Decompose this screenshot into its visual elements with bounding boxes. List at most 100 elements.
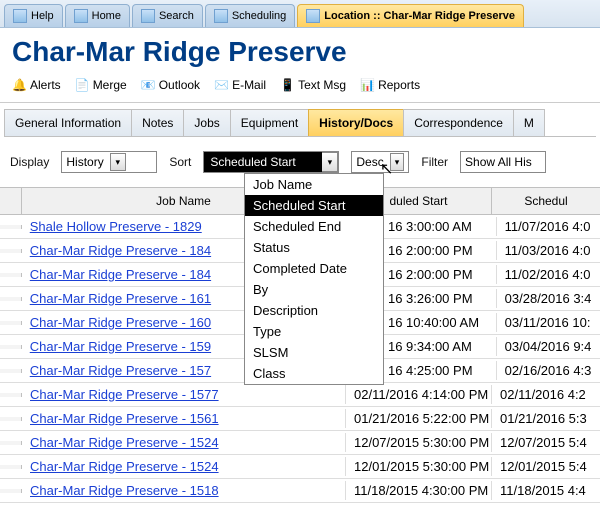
cell-scheduled-start: 16 2:00:00 PM — [388, 241, 497, 260]
tab-notes[interactable]: Notes — [131, 109, 184, 136]
table-row: Char-Mar Ridge Preserve - 1577 02/11/2016… — [0, 383, 600, 407]
row-selector[interactable] — [0, 489, 22, 493]
cell-job-name: Char-Mar Ridge Preserve - 1518 — [22, 481, 346, 500]
text-msg-button[interactable]: 📱Text Msg — [280, 78, 346, 92]
sort-field-dropdown: Job NameScheduled StartScheduled EndStat… — [244, 173, 384, 385]
row-selector[interactable] — [0, 225, 22, 229]
sort-option[interactable]: By — [245, 279, 383, 300]
tab-correspondence[interactable]: Correspondence — [403, 109, 514, 136]
bell-icon: 🔔 — [12, 78, 26, 92]
row-selector[interactable] — [0, 441, 22, 445]
row-selector[interactable] — [0, 345, 22, 349]
col-header-scheduled-end[interactable]: Schedul — [492, 188, 600, 214]
sort-option[interactable]: Scheduled Start — [245, 195, 383, 216]
sort-option[interactable]: Description — [245, 300, 383, 321]
toolbar: 🔔Alerts 📄Merge 📧Outlook ✉️E-Mail 📱Text M… — [0, 74, 600, 103]
job-link[interactable]: Char-Mar Ridge Preserve - 1577 — [30, 387, 219, 402]
sort-option[interactable]: Job Name — [245, 174, 383, 195]
cell-job-name: Char-Mar Ridge Preserve - 1524 — [22, 433, 346, 452]
row-selector[interactable] — [0, 249, 22, 253]
cell-scheduled-end: 12/07/2015 5:4 — [492, 433, 600, 452]
report-icon: 📊 — [360, 78, 374, 92]
job-link[interactable]: Char-Mar Ridge Preserve - 159 — [30, 339, 211, 354]
chevron-down-icon: ▾ — [322, 152, 338, 172]
app-tab-search[interactable]: Search — [132, 4, 203, 27]
tab-equipment[interactable]: Equipment — [230, 109, 309, 136]
cell-scheduled-end: 03/04/2016 9:4 — [497, 337, 600, 356]
row-selector[interactable] — [0, 273, 22, 277]
sort-option[interactable]: Completed Date — [245, 258, 383, 279]
cell-scheduled-start: 12/07/2015 5:30:00 PM — [346, 433, 492, 452]
sort-label: Sort — [169, 155, 191, 169]
outlook-button[interactable]: 📧Outlook — [141, 78, 200, 92]
tab-more[interactable]: M — [513, 109, 545, 136]
merge-button[interactable]: 📄Merge — [75, 78, 127, 92]
job-link[interactable]: Char-Mar Ridge Preserve - 1524 — [30, 435, 219, 450]
job-link[interactable]: Char-Mar Ridge Preserve - 184 — [30, 243, 211, 258]
tab-icon — [306, 9, 320, 23]
cell-job-name: Char-Mar Ridge Preserve - 160 — [22, 313, 262, 332]
page-title: Char-Mar Ridge Preserve — [0, 28, 600, 74]
alerts-button[interactable]: 🔔Alerts — [12, 78, 61, 92]
tab-jobs[interactable]: Jobs — [183, 109, 230, 136]
table-row: Char-Mar Ridge Preserve - 152412/01/2015… — [0, 455, 600, 479]
merge-icon: 📄 — [75, 78, 89, 92]
job-link[interactable]: Char-Mar Ridge Preserve - 184 — [30, 267, 211, 282]
job-link[interactable]: Char-Mar Ridge Preserve - 161 — [30, 291, 211, 306]
cell-job-name: Char-Mar Ridge Preserve - 1524 — [22, 457, 346, 476]
email-button[interactable]: ✉️E-Mail — [214, 78, 266, 92]
job-link[interactable]: Char-Mar Ridge Preserve - 157 — [30, 363, 211, 378]
cell-job-name: Char-Mar Ridge Preserve - 184 — [22, 265, 262, 284]
table-row: Char-Mar Ridge Preserve - 1518 11/18/2015… — [0, 479, 600, 503]
cell-job-name: Char-Mar Ridge Preserve - 161 — [22, 289, 262, 308]
job-link[interactable]: Char-Mar Ridge Preserve - 1518 — [30, 483, 219, 498]
job-link[interactable]: Shale Hollow Preserve - 1829 — [30, 219, 202, 234]
cell-scheduled-end: 11/03/2016 4:0 — [497, 241, 600, 260]
sort-option[interactable]: Scheduled End — [245, 216, 383, 237]
cell-scheduled-end: 11/18/2015 4:4 — [492, 481, 600, 500]
cell-scheduled-end: 02/11/2016 4:2 — [492, 385, 600, 404]
filter-select[interactable]: Show All His — [460, 151, 546, 173]
cell-scheduled-end: 03/28/2016 3:4 — [497, 289, 600, 308]
tab-icon — [141, 9, 155, 23]
sort-option[interactable]: Type — [245, 321, 383, 342]
display-select[interactable]: History▾ — [61, 151, 157, 173]
tab-history-docs[interactable]: History/Docs — [308, 109, 404, 136]
cell-job-name: Char-Mar Ridge Preserve - 157 — [22, 361, 262, 380]
row-selector[interactable] — [0, 369, 22, 373]
cell-scheduled-start: 11/18/2015 4:30:00 PM — [346, 481, 492, 500]
outlook-icon: 📧 — [141, 78, 155, 92]
sort-field-select[interactable]: Scheduled Start▾ — [203, 151, 339, 173]
job-link[interactable]: Char-Mar Ridge Preserve - 1561 — [30, 411, 219, 426]
tab-general-information[interactable]: General Information — [4, 109, 132, 136]
cell-scheduled-start: 16 2:00:00 PM — [388, 265, 497, 284]
cell-scheduled-end: 02/16/2016 4:3 — [497, 361, 600, 380]
sort-option[interactable]: Status — [245, 237, 383, 258]
tab-icon — [13, 9, 27, 23]
cell-scheduled-start: 16 4:25:00 PM — [388, 361, 497, 380]
cell-scheduled-end: 03/11/2016 10: — [497, 313, 600, 332]
app-tab-home[interactable]: Home — [65, 4, 130, 27]
sort-option[interactable]: SLSM — [245, 342, 383, 363]
row-selector[interactable] — [0, 321, 22, 325]
reports-button[interactable]: 📊Reports — [360, 78, 420, 92]
row-selector[interactable] — [0, 393, 22, 397]
cell-job-name: Char-Mar Ridge Preserve - 1561 — [22, 409, 346, 428]
sort-direction-select[interactable]: Desc▾ — [351, 151, 409, 173]
select-all-header[interactable] — [0, 188, 22, 214]
display-label: Display — [10, 155, 49, 169]
job-link[interactable]: Char-Mar Ridge Preserve - 1524 — [30, 459, 219, 474]
row-selector[interactable] — [0, 417, 22, 421]
cell-scheduled-start: 16 3:00:00 AM — [388, 217, 497, 236]
cell-scheduled-start: 16 3:26:00 PM — [388, 289, 497, 308]
sort-option[interactable]: Class — [245, 363, 383, 384]
job-link[interactable]: Char-Mar Ridge Preserve - 160 — [30, 315, 211, 330]
app-tab-location[interactable]: Location :: Char-Mar Ridge Preserve — [297, 4, 524, 27]
chevron-down-icon: ▾ — [390, 153, 405, 171]
row-selector[interactable] — [0, 465, 22, 469]
row-selector[interactable] — [0, 297, 22, 301]
app-tab-help[interactable]: Help — [4, 4, 63, 27]
filter-bar: Display History▾ Sort Scheduled Start▾ D… — [0, 137, 600, 187]
section-tabs: General Information Notes Jobs Equipment… — [4, 103, 596, 137]
app-tab-scheduling[interactable]: Scheduling — [205, 4, 295, 27]
